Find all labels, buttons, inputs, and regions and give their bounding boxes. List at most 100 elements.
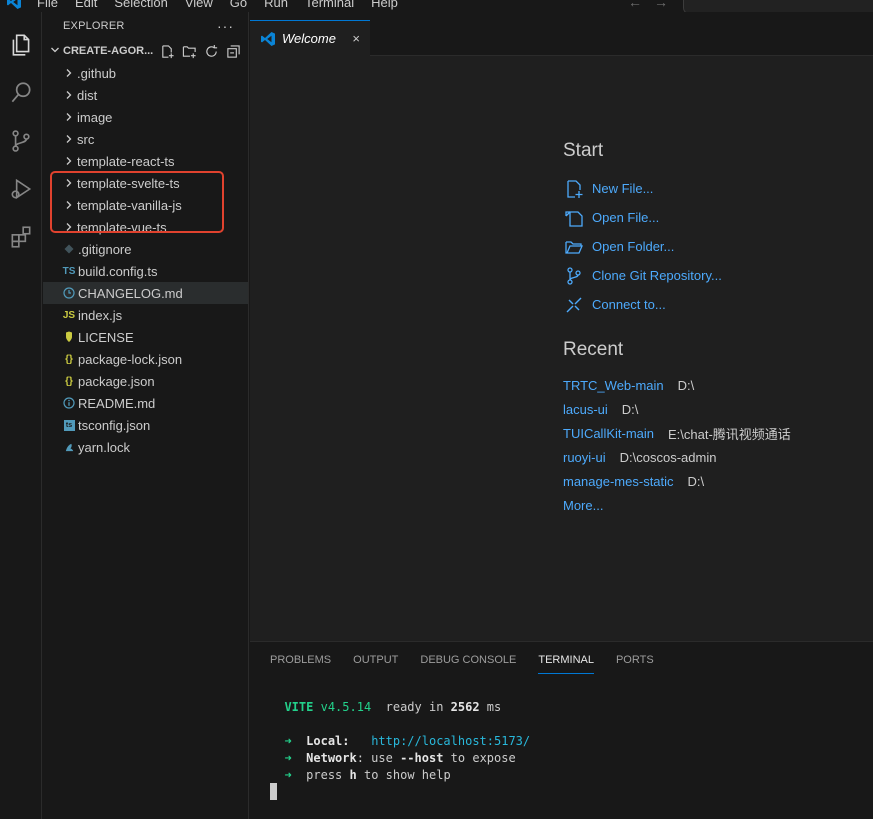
chevron-right-icon bbox=[61, 200, 77, 210]
arrow-icon: ➜ bbox=[284, 734, 292, 748]
more-actions-icon[interactable]: ··· bbox=[217, 18, 234, 34]
vscode-logo-icon bbox=[7, 0, 21, 9]
extensions-icon[interactable] bbox=[5, 221, 37, 253]
network-flag: --host bbox=[400, 751, 444, 765]
tree-item-label: .github bbox=[77, 65, 117, 81]
arrow-icon: ➜ bbox=[284, 751, 292, 765]
chevron-right-icon bbox=[61, 90, 77, 100]
workspace-folder-label: CREATE-AGOR... bbox=[63, 45, 154, 57]
run-debug-icon[interactable] bbox=[5, 173, 37, 205]
recent-item-path: D:\coscos-admin bbox=[619, 449, 717, 465]
tree-file-package-lock[interactable]: {} package-lock.json bbox=[43, 348, 248, 370]
tree-item-label: CHANGELOG.md bbox=[78, 285, 183, 301]
open-file-icon bbox=[563, 208, 585, 228]
recent-item[interactable]: ruoyi-ui D:\coscos-admin bbox=[563, 445, 791, 469]
json-icon: {} bbox=[65, 353, 73, 365]
tree-file-build-config[interactable]: TS build.config.ts bbox=[43, 260, 248, 282]
source-control-icon[interactable] bbox=[5, 125, 37, 157]
search-icon[interactable] bbox=[5, 77, 37, 109]
recent-item[interactable]: lacus-ui D:\ bbox=[563, 397, 791, 421]
tab-debug-console[interactable]: DEBUG CONSOLE bbox=[420, 654, 516, 674]
local-url[interactable]: http://localhost:5173/ bbox=[371, 734, 530, 748]
tab-problems[interactable]: PROBLEMS bbox=[270, 654, 331, 674]
tsconfig-icon: ts bbox=[61, 419, 77, 431]
clone-git-label: Clone Git Repository... bbox=[592, 268, 722, 283]
more-recent-link[interactable]: More... bbox=[563, 493, 791, 517]
workspace-folder[interactable]: CREATE-AGOR... bbox=[43, 40, 248, 62]
tree-folder-template-vue-ts[interactable]: template-vue-ts bbox=[43, 216, 248, 238]
menu-help[interactable]: Help bbox=[371, 0, 398, 11]
collapse-all-icon[interactable] bbox=[224, 42, 242, 60]
network-text-2: to expose bbox=[450, 751, 516, 765]
menu-file[interactable]: File bbox=[37, 0, 58, 11]
tree-file-tsconfig[interactable]: ts tsconfig.json bbox=[43, 414, 248, 436]
tree-folder-src[interactable]: src bbox=[43, 128, 248, 150]
command-center[interactable] bbox=[683, 0, 873, 12]
connect-to-link[interactable]: Connect to... bbox=[563, 290, 791, 319]
back-arrow-icon[interactable]: ← bbox=[628, 0, 654, 10]
recent-item[interactable]: TUICallKit-main E:\chat-腾讯视频通话 bbox=[563, 421, 791, 445]
recent-item-name[interactable]: TRTC_Web-main bbox=[563, 378, 664, 393]
tree-file-gitignore[interactable]: .gitignore bbox=[43, 238, 248, 260]
help-key: h bbox=[349, 768, 357, 782]
recent-item-name[interactable]: ruoyi-ui bbox=[563, 450, 606, 465]
open-folder-label: Open Folder... bbox=[592, 239, 675, 254]
tree-folder-template-vanilla-js[interactable]: template-vanilla-js bbox=[43, 194, 248, 216]
tab-welcome[interactable]: Welcome × bbox=[250, 20, 370, 56]
bottom-panel: PROBLEMS OUTPUT DEBUG CONSOLE TERMINAL P… bbox=[250, 641, 873, 819]
new-file-icon[interactable] bbox=[158, 42, 176, 60]
menu-run[interactable]: Run bbox=[264, 0, 288, 11]
explorer-title: EXPLORER bbox=[63, 20, 125, 32]
menu-view[interactable]: View bbox=[185, 0, 213, 11]
open-folder-link[interactable]: Open Folder... bbox=[563, 232, 791, 261]
welcome-page: Start New File... Open File... Open Fold… bbox=[563, 140, 791, 517]
terminal-output[interactable]: VITE v4.5.14 ready in 2562 ms ➜ Local: h… bbox=[270, 699, 530, 784]
tree-folder-image[interactable]: image bbox=[43, 106, 248, 128]
explorer-icon[interactable] bbox=[5, 29, 37, 61]
tree-file-readme[interactable]: README.md bbox=[43, 392, 248, 414]
tree-folder-dist[interactable]: dist bbox=[43, 84, 248, 106]
tree-file-index-js[interactable]: JS index.js bbox=[43, 304, 248, 326]
tree-file-yarn-lock[interactable]: yarn.lock bbox=[43, 436, 248, 458]
menu-edit[interactable]: Edit bbox=[75, 0, 97, 11]
tree-folder-template-svelte-ts[interactable]: template-svelte-ts bbox=[43, 172, 248, 194]
tree-file-changelog[interactable]: CHANGELOG.md bbox=[43, 282, 248, 304]
close-icon[interactable]: × bbox=[352, 31, 360, 46]
refresh-icon[interactable] bbox=[202, 42, 220, 60]
new-file-link[interactable]: New File... bbox=[563, 174, 791, 203]
tree-item-label: dist bbox=[77, 87, 98, 103]
clone-git-link[interactable]: Clone Git Repository... bbox=[563, 261, 791, 290]
connect-to-label: Connect to... bbox=[592, 297, 666, 312]
editor-tab-bar: Welcome × bbox=[250, 12, 873, 56]
open-file-label: Open File... bbox=[592, 210, 660, 225]
open-file-link[interactable]: Open File... bbox=[563, 203, 791, 232]
tab-output[interactable]: OUTPUT bbox=[353, 654, 398, 674]
menu-selection[interactable]: Selection bbox=[114, 0, 167, 11]
tree-folder-template-react-ts[interactable]: template-react-ts bbox=[43, 150, 248, 172]
nav-arrows: ←→ bbox=[628, 0, 680, 10]
tree-item-label: LICENSE bbox=[78, 329, 134, 345]
vite-label: VITE bbox=[284, 700, 314, 714]
tab-terminal[interactable]: TERMINAL bbox=[538, 654, 594, 674]
recent-item-path: D:\ bbox=[621, 401, 639, 417]
menu-bar: File Edit Selection View Go Run Terminal… bbox=[37, 0, 415, 11]
tree-file-license[interactable]: LICENSE bbox=[43, 326, 248, 348]
terminal-line: ➜ Network: use --host to expose bbox=[270, 750, 530, 767]
chevron-down-icon[interactable] bbox=[47, 45, 63, 58]
tree-item-label: package-lock.json bbox=[78, 351, 183, 367]
terminal-cursor bbox=[270, 783, 277, 800]
forward-arrow-icon[interactable]: → bbox=[654, 0, 680, 10]
recent-item-name[interactable]: lacus-ui bbox=[563, 402, 608, 417]
menu-terminal[interactable]: Terminal bbox=[305, 0, 354, 11]
vscode-logo-icon bbox=[261, 31, 275, 46]
tree-file-package-json[interactable]: {} package.json bbox=[43, 370, 248, 392]
network-text: : use bbox=[356, 751, 393, 765]
recent-item-name[interactable]: TUICallKit-main bbox=[563, 426, 654, 441]
recent-item[interactable]: TRTC_Web-main D:\ bbox=[563, 373, 791, 397]
recent-item[interactable]: manage-mes-static D:\ bbox=[563, 469, 791, 493]
tab-ports[interactable]: PORTS bbox=[616, 654, 654, 674]
new-folder-icon[interactable] bbox=[180, 42, 198, 60]
recent-item-name[interactable]: manage-mes-static bbox=[563, 474, 674, 489]
tree-folder-github[interactable]: .github bbox=[43, 62, 248, 84]
menu-go[interactable]: Go bbox=[230, 0, 247, 11]
